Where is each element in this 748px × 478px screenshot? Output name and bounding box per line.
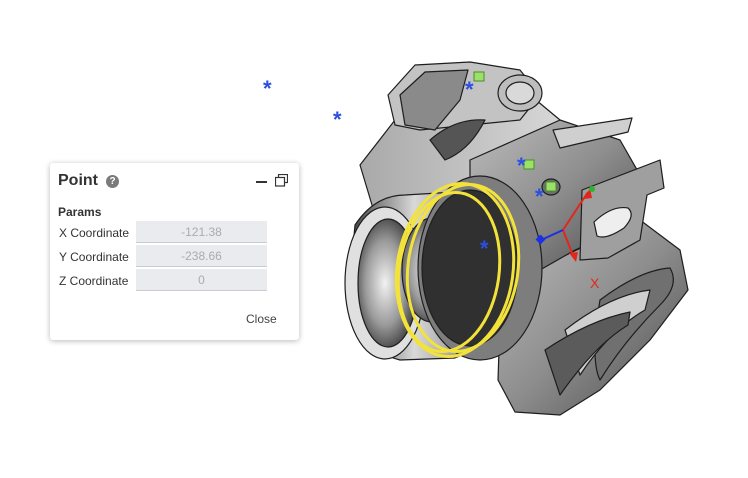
close-button[interactable]: Close xyxy=(246,312,277,326)
x-coordinate-label: X Coordinate xyxy=(59,226,130,240)
point-marker[interactable]: * xyxy=(333,107,342,133)
constraint-badge[interactable] xyxy=(473,71,485,82)
x-coordinate-field[interactable]: -121.38 xyxy=(136,221,267,243)
z-coordinate-label: Z Coordinate xyxy=(59,274,129,288)
z-coordinate-field[interactable]: 0 xyxy=(136,269,267,291)
y-coordinate-label: Y Coordinate xyxy=(59,250,129,264)
y-axis-handle xyxy=(589,186,595,192)
point-marker[interactable]: * xyxy=(535,184,544,210)
point-marker[interactable]: * xyxy=(480,236,489,262)
help-icon[interactable]: ? xyxy=(106,175,119,188)
constraint-badge[interactable] xyxy=(545,181,557,192)
y-coordinate-field[interactable]: -238.66 xyxy=(136,245,267,267)
minimize-icon[interactable] xyxy=(256,181,267,183)
point-marker[interactable]: * xyxy=(263,76,272,102)
point-marker[interactable]: * xyxy=(465,77,474,103)
restore-icon[interactable] xyxy=(275,174,288,187)
point-panel: Point ? Params X Coordinate -121.38 Y Co… xyxy=(50,163,299,340)
x-axis-label: X xyxy=(590,275,600,291)
point-marker[interactable]: * xyxy=(517,153,526,179)
panel-title: Point xyxy=(58,172,98,189)
params-section-label: Params xyxy=(58,205,102,219)
